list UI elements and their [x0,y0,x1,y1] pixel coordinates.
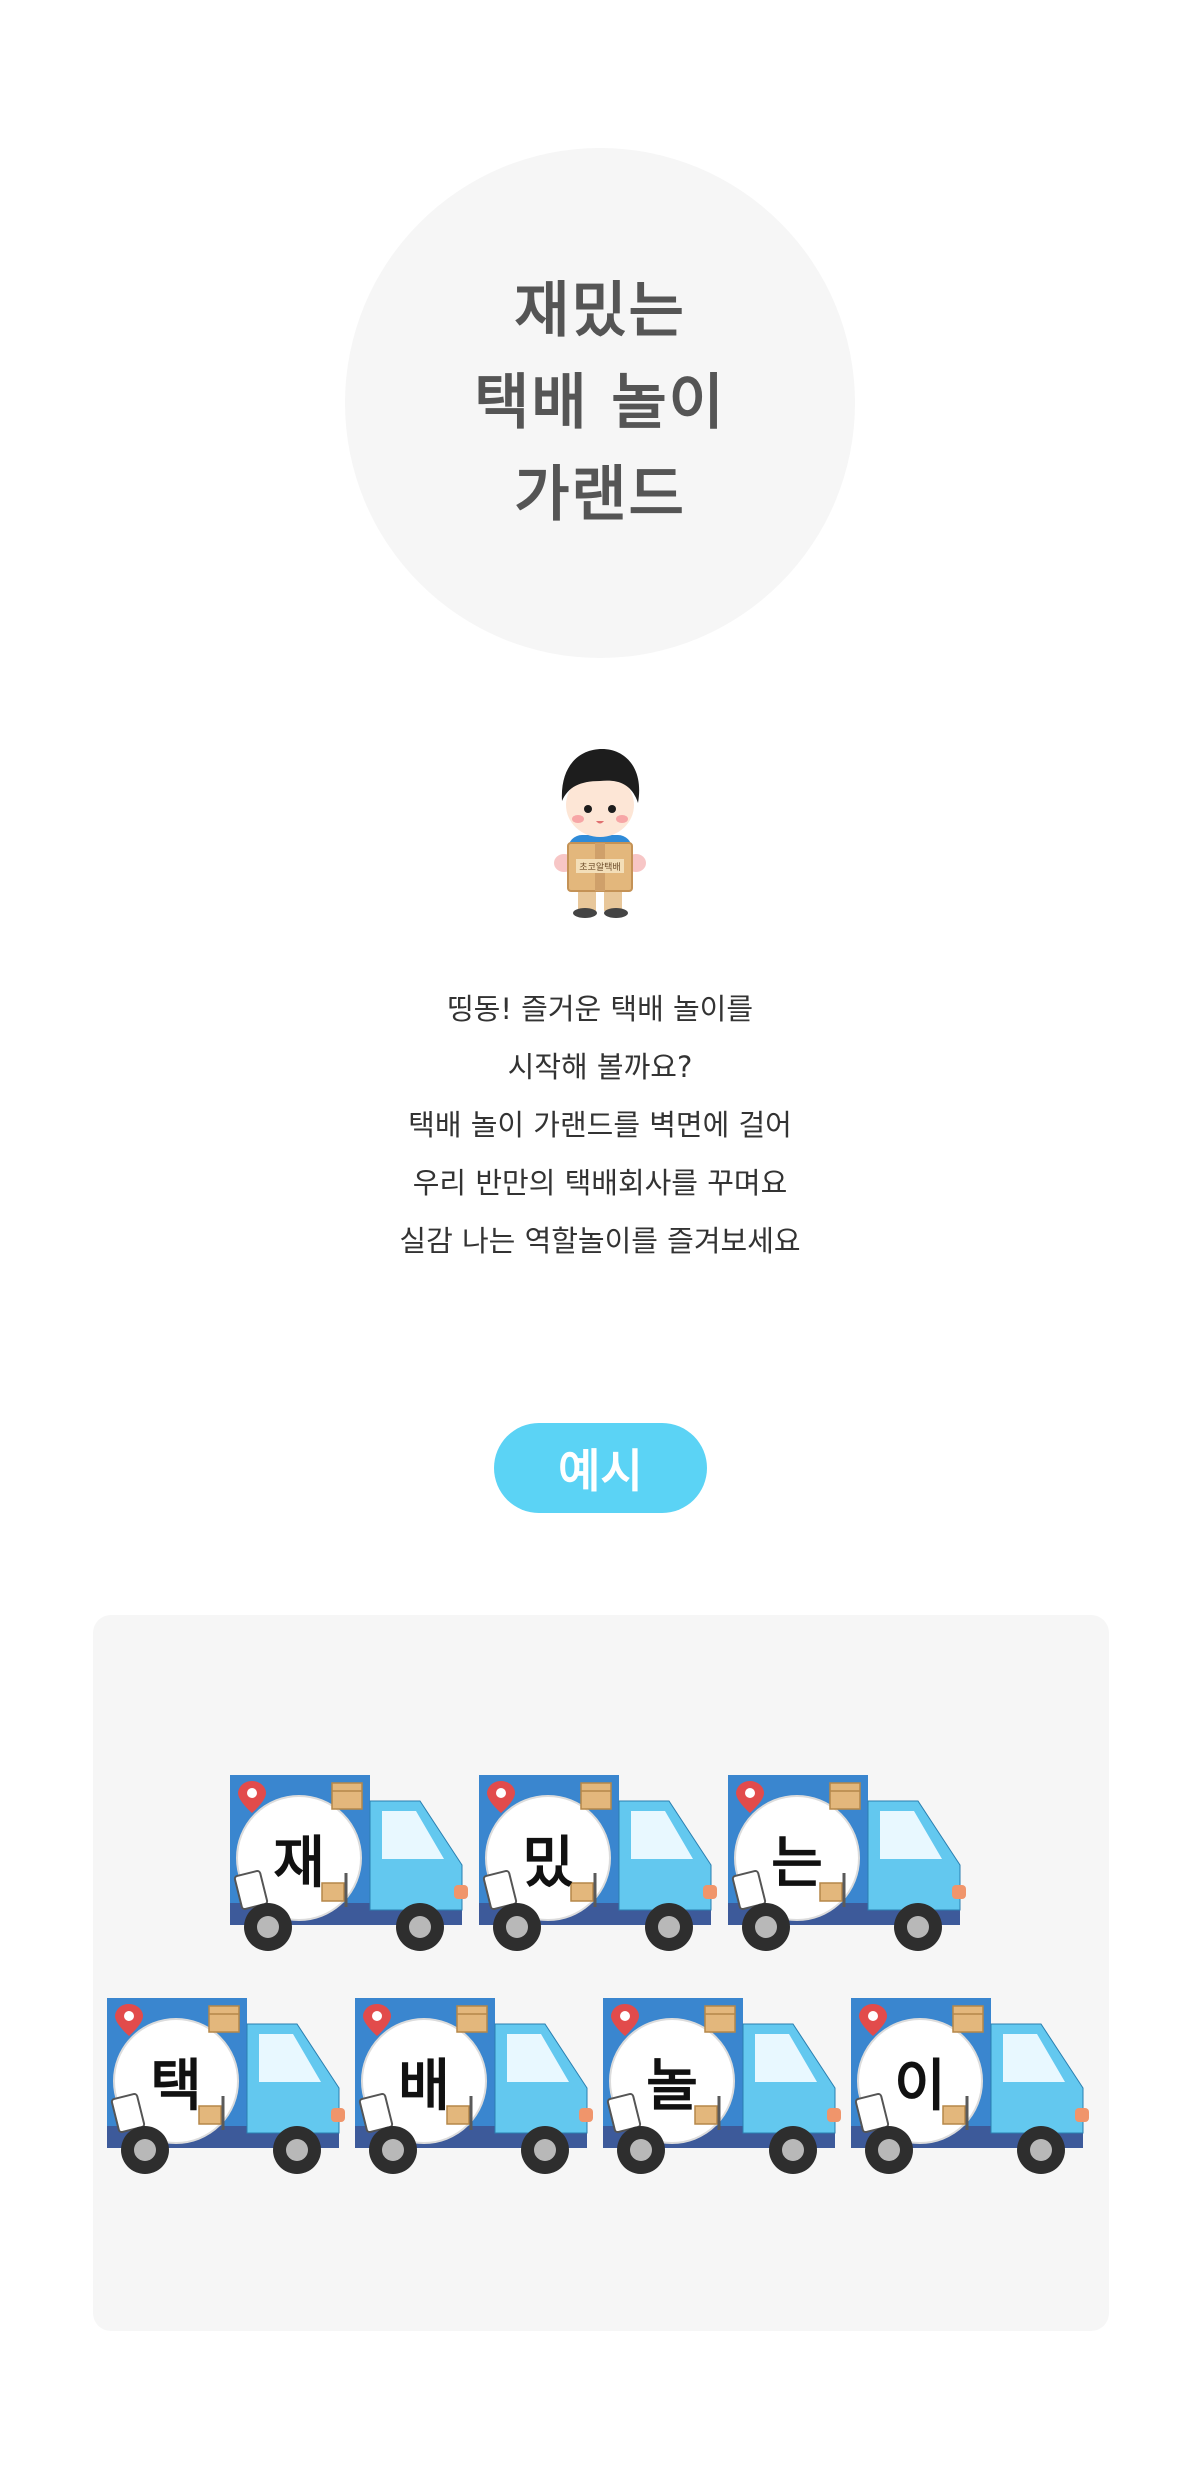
truck-letter: 배 [398,2053,450,2119]
delivery-character-illustration: 초코알택배 [540,735,660,925]
title-line: 택배 놀이 [474,368,726,438]
truck-letter: 는 [771,1830,823,1896]
truck-letter: 택 [150,2053,202,2119]
example-panel: 재 밌 는 택 배 놀 이 [93,1615,1109,2331]
truck-card: 재 [230,1775,470,1955]
description-line: 실감 나는 역할놀이를 즐겨보세요 [399,1224,801,1258]
truck-letter: 놀 [646,2053,698,2119]
page-title: 재밌는 택배 놀이 가랜드 [474,265,726,541]
truck-card: 이 [851,1998,1091,2178]
truck-card: 밌 [479,1775,719,1955]
title-circle: 재밌는 택배 놀이 가랜드 [345,148,855,658]
description-line: 띵동! 즐거운 택배 놀이를 [446,992,754,1026]
truck-card: 는 [728,1775,968,1955]
truck-card: 놀 [603,1998,843,2178]
truck-letter: 밌 [522,1830,574,1896]
description-line: 시작해 볼까요? [507,1050,693,1084]
truck-letter: 재 [273,1830,325,1896]
description-line: 택배 놀이 가랜드를 벽면에 걸어 [408,1108,792,1142]
truck-letter: 이 [894,2053,946,2119]
truck-card: 배 [355,1998,595,2178]
box-label: 초코알택배 [579,862,620,873]
description: 띵동! 즐거운 택배 놀이를 시작해 볼까요? 택배 놀이 가랜드를 벽면에 걸… [0,980,1200,1270]
example-label-badge: 예시 [494,1423,707,1513]
title-line: 가랜드 [514,460,686,530]
title-line: 재밌는 [514,276,686,346]
example-label: 예시 [558,1444,643,1498]
description-line: 우리 반만의 택배회사를 꾸며요 [412,1166,788,1200]
truck-card: 택 [107,1998,347,2178]
